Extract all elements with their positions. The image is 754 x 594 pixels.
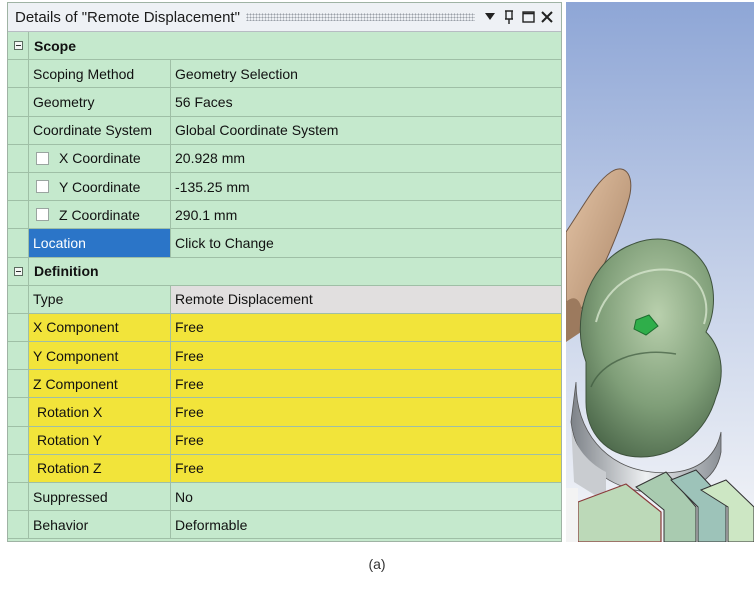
location-value[interactable]: Click to Change — [171, 229, 561, 256]
model-viewport[interactable] — [566, 2, 754, 542]
maximize-icon[interactable] — [519, 7, 537, 27]
z-coordinate-value[interactable]: 290.1 mm — [171, 201, 561, 228]
row-suppressed[interactable]: Suppressed No — [8, 483, 561, 512]
panel-title: Details of "Remote Displacement" — [15, 8, 240, 26]
model-render — [566, 2, 754, 542]
row-y-component[interactable]: Y Component Free — [8, 342, 561, 371]
x-component-value[interactable]: Free — [171, 313, 561, 342]
suppressed-value[interactable]: No — [171, 483, 561, 510]
row-name: Geometry — [29, 88, 171, 116]
close-icon[interactable] — [538, 7, 556, 27]
row-name: Y Coordinate — [59, 178, 141, 195]
rotation-x-value[interactable]: Free — [171, 398, 561, 426]
row-rotation-x[interactable]: Rotation X Free — [8, 398, 561, 427]
row-name: Type — [29, 285, 171, 313]
details-panel: Details of "Remote Displacement" Scope S… — [7, 2, 562, 542]
z-component-value[interactable]: Free — [171, 370, 561, 398]
minus-icon — [13, 266, 23, 276]
rotation-z-value[interactable]: Free — [171, 454, 561, 482]
rotation-y-value[interactable]: Free — [171, 426, 561, 454]
coordinate-system-value[interactable]: Global Coordinate System — [171, 117, 561, 144]
geometry-value[interactable]: 56 Faces — [171, 88, 561, 115]
row-behavior[interactable]: Behavior Deformable — [8, 511, 561, 540]
row-name: Rotation Y — [37, 432, 103, 449]
collapse-definition-toggle[interactable] — [8, 257, 29, 285]
figure-caption: (a) — [368, 556, 386, 572]
row-geometry[interactable]: Geometry 56 Faces — [8, 88, 561, 117]
group-definition[interactable]: Definition — [8, 257, 561, 286]
y-component-value[interactable]: Free — [171, 342, 561, 370]
type-value: Remote Displacement — [171, 285, 561, 313]
row-name: Y Component — [29, 342, 171, 370]
row-name: Rotation Z — [37, 460, 102, 477]
x-coordinate-checkbox[interactable] — [36, 151, 49, 165]
behavior-value[interactable]: Deformable — [171, 511, 561, 538]
row-name: X Component — [29, 313, 171, 342]
pin-icon[interactable] — [500, 7, 518, 27]
row-location[interactable]: Location Click to Change — [8, 229, 561, 258]
row-name: Behavior — [29, 511, 171, 539]
row-y-coordinate[interactable]: Y Coordinate -135.25 mm — [8, 172, 561, 202]
row-coordinate-system[interactable]: Coordinate System Global Coordinate Syst… — [8, 116, 561, 145]
x-coordinate-value[interactable]: 20.928 mm — [171, 145, 561, 172]
row-x-component[interactable]: X Component Free — [8, 313, 561, 343]
row-name: Scoping Method — [29, 60, 171, 88]
y-coordinate-checkbox[interactable] — [36, 180, 49, 194]
titlebar-grip[interactable] — [245, 13, 475, 21]
row-name: Z Component — [29, 370, 171, 398]
row-type[interactable]: Type Remote Displacement — [8, 285, 561, 314]
row-rotation-y[interactable]: Rotation Y Free — [8, 426, 561, 455]
details-titlebar: Details of "Remote Displacement" — [8, 3, 561, 32]
row-name: Location — [29, 229, 171, 257]
group-label-definition: Definition — [34, 263, 99, 280]
row-name: X Coordinate — [59, 150, 141, 167]
row-name: Suppressed — [29, 483, 171, 511]
row-z-coordinate[interactable]: Z Coordinate 290.1 mm — [8, 201, 561, 230]
y-coordinate-value[interactable]: -135.25 mm — [171, 173, 561, 200]
group-scope[interactable]: Scope — [8, 32, 561, 61]
group-label-scope: Scope — [34, 37, 77, 54]
scoping-method-value[interactable]: Geometry Selection — [171, 60, 561, 87]
row-x-coordinate[interactable]: X Coordinate 20.928 mm — [8, 144, 561, 173]
z-coordinate-checkbox[interactable] — [36, 208, 49, 222]
minus-icon — [13, 41, 23, 51]
dropdown-arrow-icon[interactable] — [481, 7, 499, 27]
collapse-scope-toggle[interactable] — [8, 32, 29, 60]
row-name: Rotation X — [37, 404, 103, 421]
row-rotation-z[interactable]: Rotation Z Free — [8, 454, 561, 483]
row-z-component[interactable]: Z Component Free — [8, 370, 561, 399]
row-scoping-method[interactable]: Scoping Method Geometry Selection — [8, 60, 561, 89]
row-name: Z Coordinate — [59, 206, 140, 223]
row-name: Coordinate System — [29, 116, 171, 144]
